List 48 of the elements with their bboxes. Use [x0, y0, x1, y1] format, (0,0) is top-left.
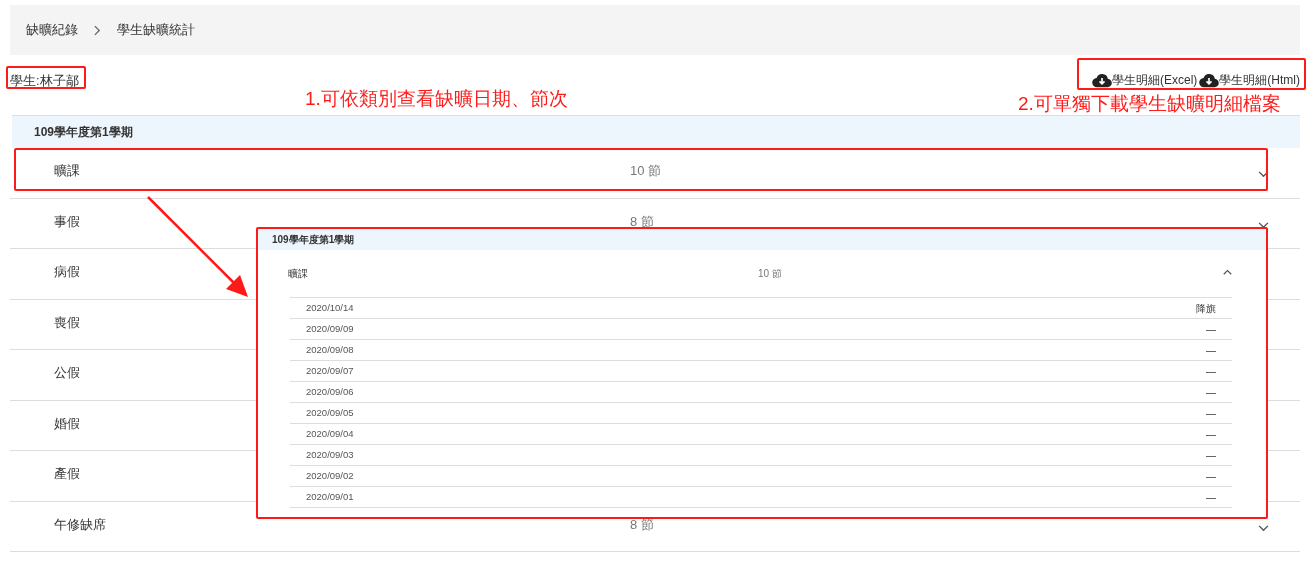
cloud-download-icon: [1199, 72, 1220, 88]
cloud-download-icon: [1092, 72, 1112, 88]
period-cell-text: —: [1206, 406, 1216, 421]
download-link[interactable]: 學生明細(Html): [1199, 71, 1300, 89]
date-cell-text: 2020/09/01: [306, 489, 354, 504]
date-cell-text: 2020/10/14: [306, 300, 354, 315]
breadcrumb-link[interactable]: 學生缺曠統計: [117, 20, 195, 40]
date-cell-text: 2020/09/09: [306, 321, 354, 336]
period-cell-text: —: [1206, 364, 1216, 379]
annotation-text: 2.可單獨下載學生缺曠明細檔案: [1018, 92, 1281, 116]
category-label[interactable]: 事假: [54, 213, 80, 229]
period-cell-text: —: [1206, 490, 1216, 505]
period-cell-text: —: [1206, 343, 1216, 358]
date-cell-text: 2020/09/08: [306, 342, 354, 357]
category-label[interactable]: 曠課: [54, 163, 80, 179]
period-count: 10 節: [758, 268, 782, 279]
semester-header: 109學年度第1學期: [258, 229, 1266, 250]
date-cell-text: 2020/09/04: [306, 426, 354, 441]
chevron-up-icon[interactable]: [1223, 268, 1232, 275]
period-cell-text: —: [1206, 448, 1216, 463]
category-label[interactable]: 病假: [54, 264, 80, 280]
period-cell-text: —: [1206, 469, 1216, 484]
category-label[interactable]: 午修缺席: [54, 516, 106, 532]
period-cell-text: —: [1206, 322, 1216, 337]
date-cell-text: 2020/09/07: [306, 363, 354, 378]
date-cell-text: 2020/09/02: [306, 468, 354, 483]
chevron-down-icon[interactable]: [1258, 221, 1269, 229]
date-cell-text: 2020/09/06: [306, 384, 354, 399]
chevron-down-icon[interactable]: [1258, 171, 1269, 179]
category-label[interactable]: 婚假: [54, 415, 80, 431]
category-label[interactable]: 公假: [54, 365, 80, 381]
period-count: 10 節: [630, 163, 662, 179]
semester-header: 109學年度第1學期: [12, 115, 1300, 148]
period-cell-text: 降旗: [1196, 301, 1216, 316]
download-link[interactable]: 學生明細(Excel): [1092, 71, 1198, 89]
breadcrumb-link[interactable]: 缺曠紀錄: [26, 20, 78, 40]
category-label[interactable]: 喪假: [54, 314, 80, 330]
chevron-right-icon: [94, 24, 101, 36]
category-label[interactable]: 曠課: [288, 268, 308, 279]
category-label[interactable]: 產假: [54, 466, 80, 482]
period-count: 8 節: [630, 516, 654, 532]
chevron-down-icon[interactable]: [1258, 524, 1269, 532]
period-count: 8 節: [630, 213, 654, 229]
date-cell-text: 2020/09/03: [306, 447, 354, 462]
annotation-text: 1.可依類別查看缺曠日期、節次: [305, 87, 568, 111]
period-cell-text: —: [1206, 385, 1216, 400]
date-cell-text: 2020/09/05: [306, 405, 354, 420]
period-cell-text: —: [1206, 427, 1216, 442]
